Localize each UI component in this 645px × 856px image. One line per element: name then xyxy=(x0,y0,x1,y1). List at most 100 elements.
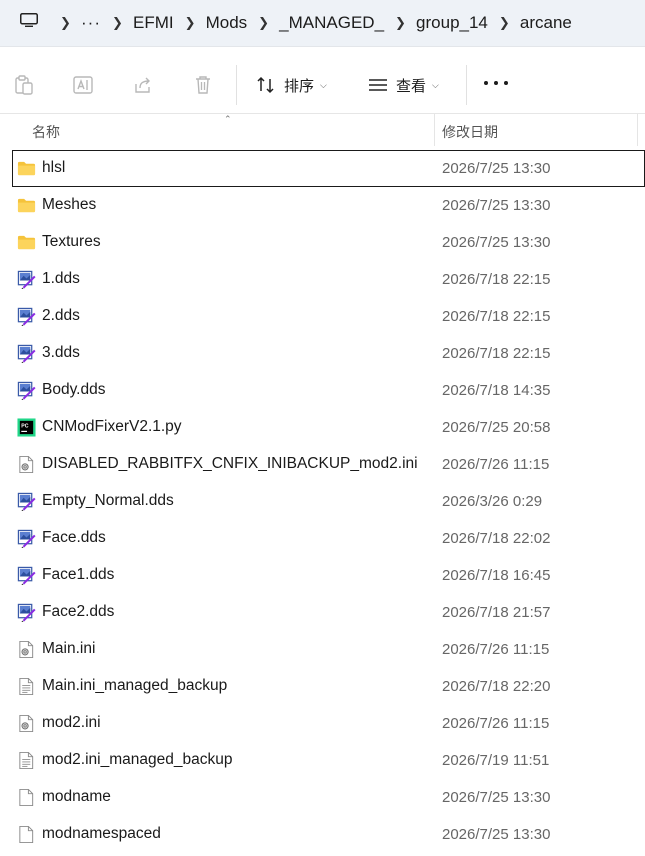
file-date-modified: 2026/7/25 13:30 xyxy=(442,826,551,843)
breadcrumb: ❯ ··· ❯ EFMI ❯ Mods ❯ _MANAGED_ ❯ group_… xyxy=(58,0,572,46)
rename-icon[interactable] xyxy=(72,74,94,96)
address-bar[interactable]: ❯ ··· ❯ EFMI ❯ Mods ❯ _MANAGED_ ❯ group_… xyxy=(0,0,645,47)
computer-icon[interactable] xyxy=(20,13,38,27)
column-date-modified[interactable]: 修改日期 xyxy=(442,122,498,142)
file-row[interactable]: Body.dds 2026/7/18 14:35 xyxy=(0,372,645,409)
toolbar-divider xyxy=(466,65,467,105)
svg-text:PC: PC xyxy=(21,424,28,430)
folder-icon xyxy=(17,233,36,252)
file-list: hlsl 2026/7/25 13:30 Meshes 2026/7/25 13:30… xyxy=(0,150,645,853)
file-name: Textures xyxy=(42,233,101,250)
paste-icon[interactable] xyxy=(13,74,35,96)
text-file-icon xyxy=(17,677,36,696)
dds-image-icon xyxy=(17,344,36,364)
file-row[interactable]: 1.dds 2026/7/18 22:15 xyxy=(0,261,645,298)
pycharm-icon: PC xyxy=(17,418,36,437)
file-row[interactable]: Face2.dds 2026/7/18 21:57 xyxy=(0,594,645,631)
sort-label: 排序 xyxy=(284,77,315,95)
view-button[interactable]: 查看 ⌵ xyxy=(368,73,439,97)
chevron-right-icon[interactable]: ❯ xyxy=(112,15,123,31)
file-name: DISABLED_RABBITFX_CNFIX_INIBACKUP_mod2.i… xyxy=(42,455,418,472)
file-row[interactable]: hlsl 2026/7/25 13:30 xyxy=(12,150,645,187)
file-name: mod2.ini xyxy=(42,714,101,731)
file-name: 2.dds xyxy=(42,307,80,324)
file-date-modified: 2026/7/18 16:45 xyxy=(442,567,551,584)
file-date-modified: 2026/7/25 13:30 xyxy=(442,197,551,214)
chevron-right-icon[interactable]: ❯ xyxy=(258,15,269,31)
file-row[interactable]: Meshes 2026/7/25 13:30 xyxy=(0,187,645,224)
column-name[interactable]: 名称 xyxy=(32,122,60,142)
file-date-modified: 2026/7/18 22:02 xyxy=(442,530,551,547)
delete-icon[interactable] xyxy=(192,74,214,96)
sort-button[interactable]: 排序 ⌵ xyxy=(256,73,327,97)
file-row[interactable]: PC CNModFixerV2.1.py 2026/7/25 20:58 xyxy=(0,409,645,446)
file-name: modnamespaced xyxy=(42,825,161,842)
config-file-icon xyxy=(17,455,36,474)
file-row[interactable]: Main.ini_managed_backup 2026/7/18 22:20 xyxy=(0,668,645,705)
config-file-icon xyxy=(17,640,36,659)
file-name: CNModFixerV2.1.py xyxy=(42,418,182,435)
file-row[interactable]: modname 2026/7/25 13:30 xyxy=(0,779,645,816)
file-date-modified: 2026/7/19 11:51 xyxy=(442,752,550,769)
view-list-icon xyxy=(369,79,387,91)
breadcrumb-arcane[interactable]: arcane xyxy=(520,13,572,33)
breadcrumb-group[interactable]: group_14 xyxy=(416,13,488,33)
chevron-right-icon[interactable]: ❯ xyxy=(185,15,196,31)
file-name: Face2.dds xyxy=(42,603,115,620)
file-row[interactable]: modnamespaced 2026/7/25 13:30 xyxy=(0,816,645,853)
chevron-right-icon[interactable]: ❯ xyxy=(499,15,510,31)
config-file-icon xyxy=(17,714,36,733)
dds-image-icon xyxy=(17,307,36,327)
file-row[interactable]: mod2.ini 2026/7/26 11:15 xyxy=(0,705,645,742)
file-row[interactable]: Textures 2026/7/25 13:30 xyxy=(0,224,645,261)
file-date-modified: 2026/7/18 14:35 xyxy=(442,382,551,399)
file-name: modname xyxy=(42,788,111,805)
view-label: 查看 xyxy=(396,77,427,95)
dds-image-icon xyxy=(17,270,36,290)
breadcrumb-overflow[interactable]: ··· xyxy=(81,13,101,33)
file-row[interactable]: 3.dds 2026/7/18 22:15 xyxy=(0,335,645,372)
file-name: mod2.ini_managed_backup xyxy=(42,751,233,768)
share-icon[interactable] xyxy=(132,74,154,96)
file-name: 3.dds xyxy=(42,344,80,361)
file-date-modified: 2026/3/26 0:29 xyxy=(442,493,543,510)
file-row[interactable]: Main.ini 2026/7/26 11:15 xyxy=(0,631,645,668)
file-row[interactable]: Face.dds 2026/7/18 22:02 xyxy=(0,520,645,557)
breadcrumb-efmi[interactable]: EFMI xyxy=(133,13,174,33)
file-row[interactable]: Face1.dds 2026/7/18 16:45 xyxy=(0,557,645,594)
file-date-modified: 2026/7/25 20:58 xyxy=(442,419,551,436)
dds-image-icon xyxy=(17,566,36,586)
chevron-down-icon: ⌵ xyxy=(432,79,439,90)
column-header: ⌃ 名称 修改日期 xyxy=(0,114,645,146)
more-options-icon[interactable] xyxy=(484,81,508,87)
breadcrumb-managed[interactable]: _MANAGED_ xyxy=(279,13,384,33)
file-name: hlsl xyxy=(42,159,66,176)
file-date-modified: 2026/7/18 21:57 xyxy=(442,604,551,621)
file-date-modified: 2026/7/26 11:15 xyxy=(442,715,550,732)
file-row[interactable]: Empty_Normal.dds 2026/3/26 0:29 xyxy=(0,483,645,520)
file-date-modified: 2026/7/18 22:15 xyxy=(442,345,551,362)
blank-file-icon xyxy=(17,825,36,844)
toolbar-divider xyxy=(236,65,237,105)
file-name: Face.dds xyxy=(42,529,106,546)
chevron-right-icon[interactable]: ❯ xyxy=(60,15,71,31)
file-row[interactable]: DISABLED_RABBITFX_CNFIX_INIBACKUP_mod2.i… xyxy=(0,446,645,483)
text-file-icon xyxy=(17,751,36,770)
folder-icon xyxy=(17,159,36,178)
file-name: 1.dds xyxy=(42,270,80,287)
blank-file-icon xyxy=(17,788,36,807)
column-divider[interactable] xyxy=(637,114,638,146)
file-row[interactable]: 2.dds 2026/7/18 22:15 xyxy=(0,298,645,335)
column-divider[interactable] xyxy=(434,114,435,146)
dds-image-icon xyxy=(17,603,36,623)
chevron-right-icon[interactable]: ❯ xyxy=(395,15,406,31)
dds-image-icon xyxy=(17,529,36,549)
file-row[interactable]: mod2.ini_managed_backup 2026/7/19 11:51 xyxy=(0,742,645,779)
chevron-down-icon: ⌵ xyxy=(320,79,327,90)
dds-image-icon xyxy=(17,492,36,512)
breadcrumb-mods[interactable]: Mods xyxy=(206,13,248,33)
file-name: Main.ini xyxy=(42,640,96,657)
sort-icon xyxy=(257,76,274,94)
file-date-modified: 2026/7/18 22:20 xyxy=(442,678,551,695)
folder-icon xyxy=(17,196,36,215)
